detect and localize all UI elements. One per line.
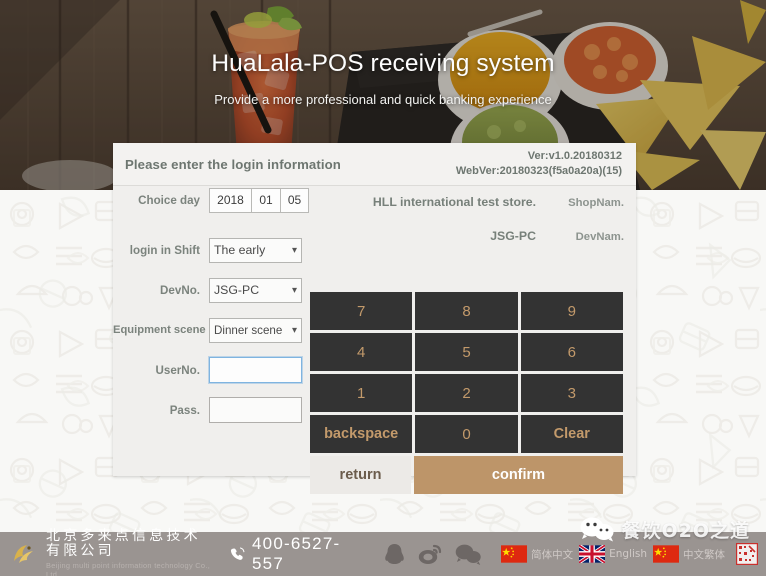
- userno-row: UserNo.: [113, 350, 303, 390]
- key-4[interactable]: 4: [310, 333, 413, 371]
- key-backspace[interactable]: backspace: [310, 415, 413, 453]
- dev-name-row: JSG-PC DevNam.: [294, 229, 624, 263]
- choice-day-day-input[interactable]: 05: [280, 188, 309, 213]
- shop-name-label: ShopNam.: [568, 197, 624, 209]
- keypad-row: backspace 0 Clear: [310, 415, 623, 453]
- store-name-row: HLL international test store. ShopNam.: [294, 195, 624, 229]
- company-logo-icon: [10, 539, 40, 569]
- qq-icon[interactable]: [384, 543, 405, 566]
- company-name-cn: 北京多来点信息技术有限公司: [46, 528, 201, 559]
- devno-select[interactable]: JSG-PC ▾: [209, 277, 302, 303]
- store-info-block: HLL international test store. ShopNam. J…: [294, 195, 624, 263]
- lang-label-english: English: [609, 548, 647, 560]
- keypad-row: 7 8 9: [310, 292, 623, 330]
- devno-label: DevNo.: [160, 283, 200, 297]
- phone-block: 400-6527-557: [230, 534, 342, 574]
- phone-number: 400-6527-557: [252, 534, 341, 573]
- userno-label: UserNo.: [155, 363, 200, 377]
- shift-label: login in Shift: [129, 243, 200, 257]
- keypad-action-row: return confirm: [310, 456, 623, 494]
- key-6[interactable]: 6: [520, 333, 623, 371]
- chevron-down-icon: ▾: [291, 244, 297, 256]
- social-icons: [384, 543, 481, 566]
- keypad-row: 4 5 6: [310, 333, 623, 371]
- footer-bar: 北京多来点信息技术有限公司 Beijing multi point inform…: [0, 529, 766, 576]
- lang-option-simplified-chinese[interactable]: 简体中文: [501, 545, 573, 563]
- chevron-down-icon: ▾: [291, 324, 297, 336]
- company-name-block: 北京多来点信息技术有限公司 Beijing multi point inform…: [46, 529, 216, 576]
- key-clear[interactable]: Clear: [520, 415, 623, 453]
- shop-name-value: HLL international test store.: [372, 195, 536, 209]
- key-2[interactable]: 2: [415, 374, 518, 412]
- devno-row: DevNo. JSG-PC ▾: [113, 270, 303, 310]
- login-form-fields: login in Shift The early ▾ DevNo. JSG-PC…: [113, 230, 303, 430]
- choice-day-row: Choice day 2018 01 05: [113, 188, 313, 213]
- dev-name-value: JSG-PC: [490, 229, 536, 243]
- pass-label: Pass.: [169, 403, 200, 417]
- confirm-button[interactable]: confirm: [414, 456, 623, 494]
- choice-day-inputs[interactable]: 2018 01 05: [209, 188, 309, 213]
- keypad-row: 1 2 3: [310, 374, 623, 412]
- flag-uk-icon: [579, 545, 606, 563]
- company-name-en: Beijing multi point information technolo…: [46, 560, 211, 576]
- scene-select[interactable]: Dinner scene ▾: [209, 317, 302, 343]
- pass-row: Pass.: [113, 390, 303, 430]
- version-info: Ver:v1.0.20180312 WebVer:20180323(f5a0a2…: [456, 149, 622, 179]
- key-8[interactable]: 8: [415, 292, 518, 330]
- flag-cn-icon: [653, 545, 679, 563]
- lang-option-english[interactable]: English: [579, 545, 647, 563]
- key-7[interactable]: 7: [310, 292, 413, 330]
- version-line: Ver:v1.0.20180312: [527, 150, 622, 163]
- login-panel-body: HLL international test store. ShopNam. J…: [113, 186, 636, 494]
- choice-day-label: Choice day: [138, 194, 200, 207]
- shift-select-value: The early: [214, 242, 266, 257]
- key-5[interactable]: 5: [415, 333, 518, 371]
- dev-name-label: DevNam.: [575, 231, 624, 243]
- scene-select-value: Dinner scene: [214, 323, 283, 337]
- return-button[interactable]: return: [310, 456, 411, 494]
- scene-row: Equipment scene Dinner scene ▾: [113, 310, 303, 350]
- page-root: HuaLala-POS receiving system Provide a m…: [0, 0, 766, 576]
- devno-select-value: JSG-PC: [214, 282, 260, 297]
- scene-label: Equipment scene: [113, 324, 206, 336]
- choice-day-year-input[interactable]: 2018: [209, 188, 251, 213]
- shift-select[interactable]: The early ▾: [209, 237, 302, 263]
- key-0[interactable]: 0: [415, 415, 518, 453]
- key-9[interactable]: 9: [520, 292, 623, 330]
- language-switcher: 简体中文 English 中文繁体: [501, 543, 758, 565]
- app-subtitle: Provide a more professional and quick ba…: [214, 92, 552, 107]
- lang-label-traditional-chinese: 中文繁体: [683, 548, 725, 561]
- userno-input[interactable]: [209, 357, 302, 383]
- phone-icon: [230, 547, 245, 560]
- weibo-icon[interactable]: [418, 543, 442, 565]
- lang-option-traditional-chinese[interactable]: 中文繁体: [653, 545, 725, 563]
- numeric-keypad: 7 8 9 4 5 6 1 2 3 backspace 0 Clear retu…: [310, 292, 623, 497]
- chevron-down-icon: ▾: [291, 284, 297, 296]
- flag-cn-icon: [501, 545, 528, 563]
- wechat-icon[interactable]: [455, 543, 481, 565]
- password-input[interactable]: [209, 397, 302, 423]
- choice-day-month-input[interactable]: 01: [251, 188, 280, 213]
- login-panel-title: Please enter the login information: [125, 156, 341, 172]
- login-panel: Please enter the login information Ver:v…: [113, 143, 636, 494]
- qrcode-icon[interactable]: [736, 543, 758, 565]
- lang-label-simplified-chinese: 简体中文: [531, 548, 574, 561]
- webversion-line: WebVer:20180323(f5a0a20a)(15): [455, 165, 622, 177]
- shift-row: login in Shift The early ▾: [113, 230, 303, 270]
- key-1[interactable]: 1: [310, 374, 413, 412]
- key-3[interactable]: 3: [520, 374, 623, 412]
- login-panel-header: Please enter the login information Ver:v…: [113, 143, 636, 186]
- app-title: HuaLala-POS receiving system: [211, 50, 555, 77]
